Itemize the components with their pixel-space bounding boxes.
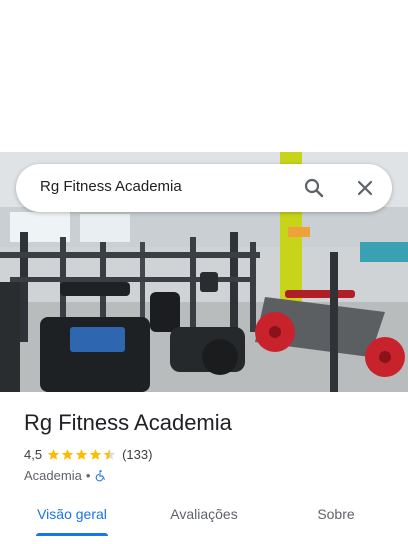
category-row: Academia •	[24, 466, 107, 484]
active-tab-indicator	[36, 533, 108, 536]
star-icon	[75, 448, 88, 460]
place-category: Academia	[24, 467, 82, 483]
tab-reviews[interactable]: Avaliações	[156, 506, 252, 544]
star-icon	[47, 448, 60, 460]
star-icon	[89, 448, 102, 460]
place-tabs: Visão geral Avaliações Sobre	[0, 500, 408, 544]
search-icon[interactable]	[302, 176, 326, 200]
search-bar[interactable]: Rg Fitness Academia	[16, 164, 392, 212]
star-icon	[61, 448, 74, 460]
rating-row[interactable]: 4,5 (133)	[24, 445, 152, 463]
wheelchair-icon	[96, 469, 106, 481]
search-input[interactable]: Rg Fitness Academia	[40, 178, 182, 195]
tab-overview[interactable]: Visão geral	[24, 506, 120, 544]
separator-dot: •	[85, 467, 91, 483]
rating-value: 4,5	[24, 446, 43, 462]
review-count: (133)	[122, 446, 153, 462]
half-star-icon	[103, 448, 116, 460]
tab-about[interactable]: Sobre	[288, 506, 384, 544]
close-icon[interactable]	[353, 176, 377, 200]
star-rating	[47, 448, 117, 461]
place-info-panel: Rg Fitness Academia 4,5 (133) Academia •…	[0, 392, 408, 544]
map-area-blank	[0, 0, 408, 152]
place-title: Rg Fitness Academia	[24, 410, 232, 435]
